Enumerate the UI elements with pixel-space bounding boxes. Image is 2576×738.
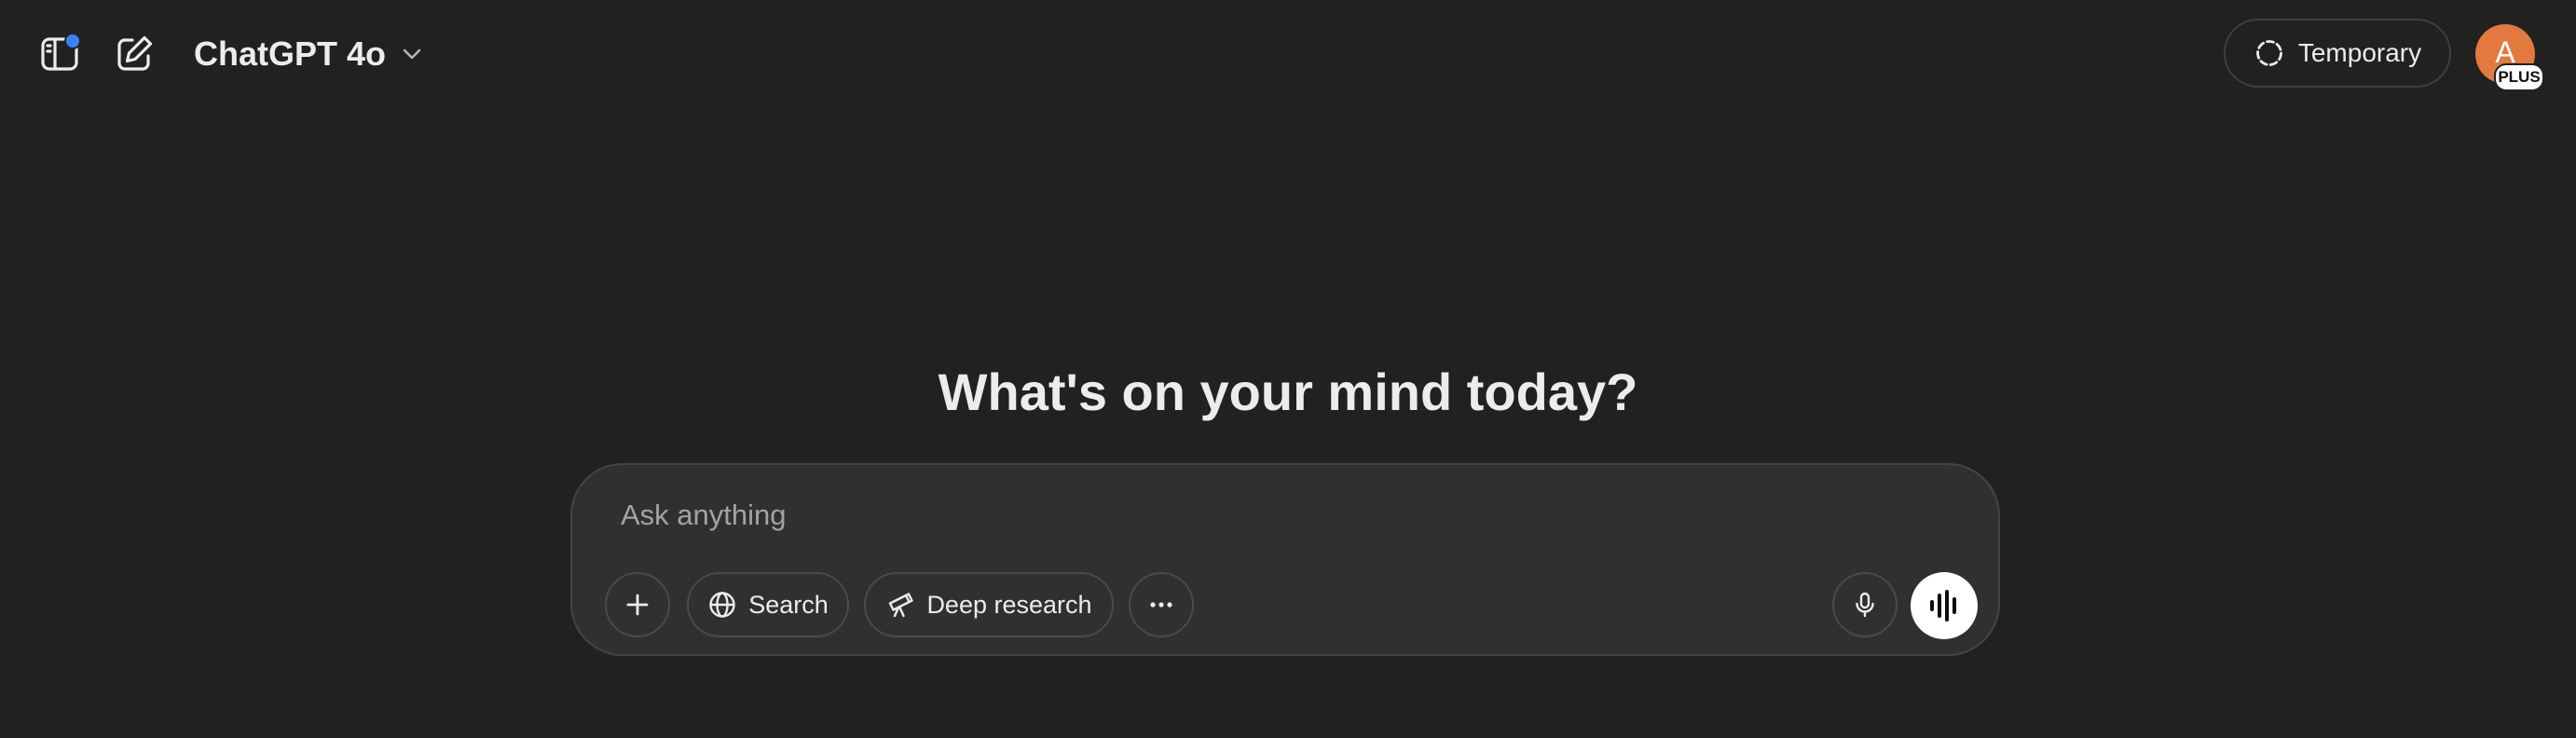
microphone-icon [1856, 592, 1874, 618]
search-label: Search [748, 590, 829, 619]
plus-icon [626, 594, 649, 616]
deep-research-label: Deep research [926, 590, 1092, 619]
temporary-label: Temporary [2297, 38, 2422, 67]
temporary-chat-button[interactable]: Temporary [2224, 19, 2451, 88]
search-button[interactable]: Search [687, 572, 849, 637]
dictate-button[interactable] [1832, 572, 1898, 637]
model-name: ChatGPT 4o [194, 34, 387, 73]
voice-mode-button[interactable] [1911, 572, 1978, 639]
more-horizontal-icon [1150, 602, 1172, 608]
voice-waveform-icon [1930, 590, 1956, 622]
compose-icon [117, 35, 153, 71]
model-selector[interactable]: ChatGPT 4o [186, 28, 432, 80]
chat-page: ChatGPT 4o Temporary A PLUS What's on yo… [0, 0, 2576, 738]
prompt-input[interactable] [621, 485, 1925, 545]
more-tools-button[interactable] [1129, 572, 1194, 637]
add-attachment-button[interactable] [605, 572, 670, 637]
globe-icon [709, 592, 735, 618]
chevron-down-icon [403, 48, 421, 60]
telescope-icon [889, 593, 914, 618]
prompt-composer: Search Deep research [570, 463, 2000, 656]
plan-badge: PLUS [2494, 63, 2544, 91]
page-title: What's on your mind today? [938, 362, 1638, 421]
new-chat-button[interactable] [104, 24, 164, 84]
dashed-circle-icon [2255, 40, 2282, 66]
notification-dot [64, 33, 81, 49]
deep-research-button[interactable]: Deep research [864, 572, 1114, 637]
